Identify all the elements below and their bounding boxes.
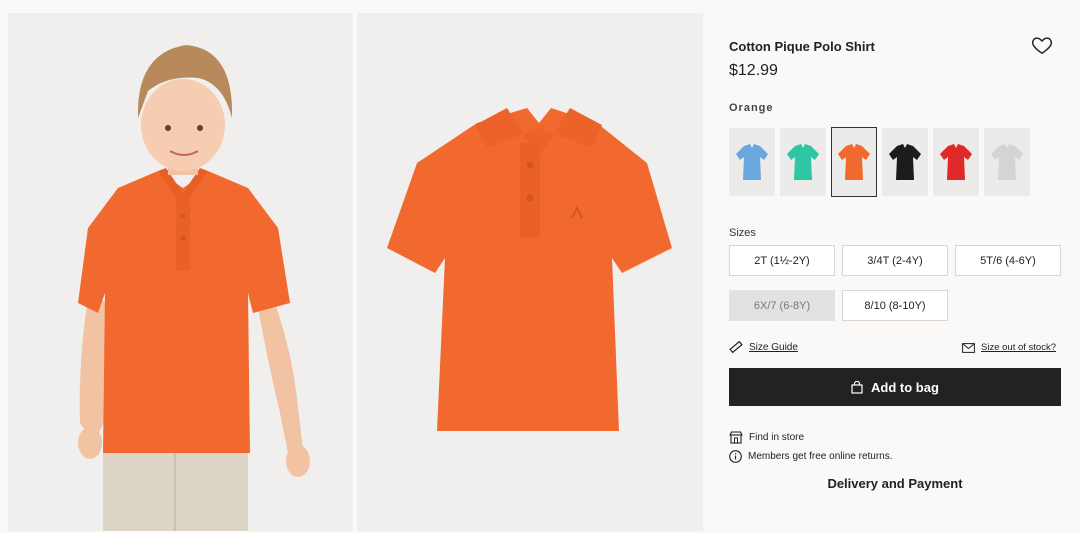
- shirt-icon: [889, 144, 921, 180]
- product-image-flat[interactable]: [357, 13, 703, 531]
- size-option-2t[interactable]: 2T (1½-2Y): [729, 245, 835, 276]
- size-guide-row[interactable]: Size Guide: [729, 340, 798, 354]
- size-guide-link[interactable]: Size Guide: [749, 342, 798, 353]
- bag-icon: [851, 380, 863, 394]
- ruler-icon: [729, 340, 743, 354]
- selected-color-label: Orange: [729, 102, 774, 114]
- add-to-bag-label: Add to bag: [871, 379, 939, 395]
- product-title: Cotton Pique Polo Shirt: [729, 39, 875, 54]
- size-option-5t-6[interactable]: 5T/6 (4-6Y): [955, 245, 1061, 276]
- info-icon: [729, 450, 742, 463]
- sizes-label: Sizes: [729, 227, 756, 239]
- swatch-orange[interactable]: [831, 127, 877, 197]
- add-to-bag-button[interactable]: Add to bag: [729, 368, 1061, 406]
- heart-icon[interactable]: [1031, 34, 1053, 56]
- shirt-icon: [838, 144, 870, 180]
- shirt-icon: [736, 144, 768, 180]
- free-returns-text: Members get free online returns.: [748, 451, 893, 462]
- free-returns-row: Members get free online returns.: [729, 450, 893, 463]
- store-icon: [729, 431, 743, 444]
- swatch-blue[interactable]: [729, 128, 775, 196]
- size-option-3-4t[interactable]: 3/4T (2-4Y): [842, 245, 948, 276]
- product-image-model[interactable]: [8, 13, 353, 531]
- find-in-store-row[interactable]: Find in store: [729, 431, 804, 444]
- shirt-icon: [940, 144, 972, 180]
- swatch-red[interactable]: [933, 128, 979, 196]
- swatch-turquoise[interactable]: [780, 128, 826, 196]
- model-illustration: [78, 45, 310, 531]
- find-in-store-label[interactable]: Find in store: [749, 432, 804, 443]
- product-price: $12.99: [729, 62, 778, 79]
- mail-icon: [962, 342, 975, 353]
- size-out-of-stock-row[interactable]: Size out of stock?: [962, 342, 1056, 353]
- shirt-icon: [991, 144, 1023, 180]
- shirt-icon: [787, 144, 819, 180]
- size-out-of-stock-link[interactable]: Size out of stock?: [981, 342, 1056, 353]
- delivery-and-payment-link[interactable]: Delivery and Payment: [729, 476, 1061, 491]
- size-option-8-10[interactable]: 8/10 (8-10Y): [842, 290, 948, 321]
- swatch-light-grey[interactable]: [984, 128, 1030, 196]
- size-option-6x-7[interactable]: 6X/7 (6-8Y): [729, 290, 835, 321]
- swatch-black[interactable]: [882, 128, 928, 196]
- flat-shirt-illustration: [387, 108, 672, 431]
